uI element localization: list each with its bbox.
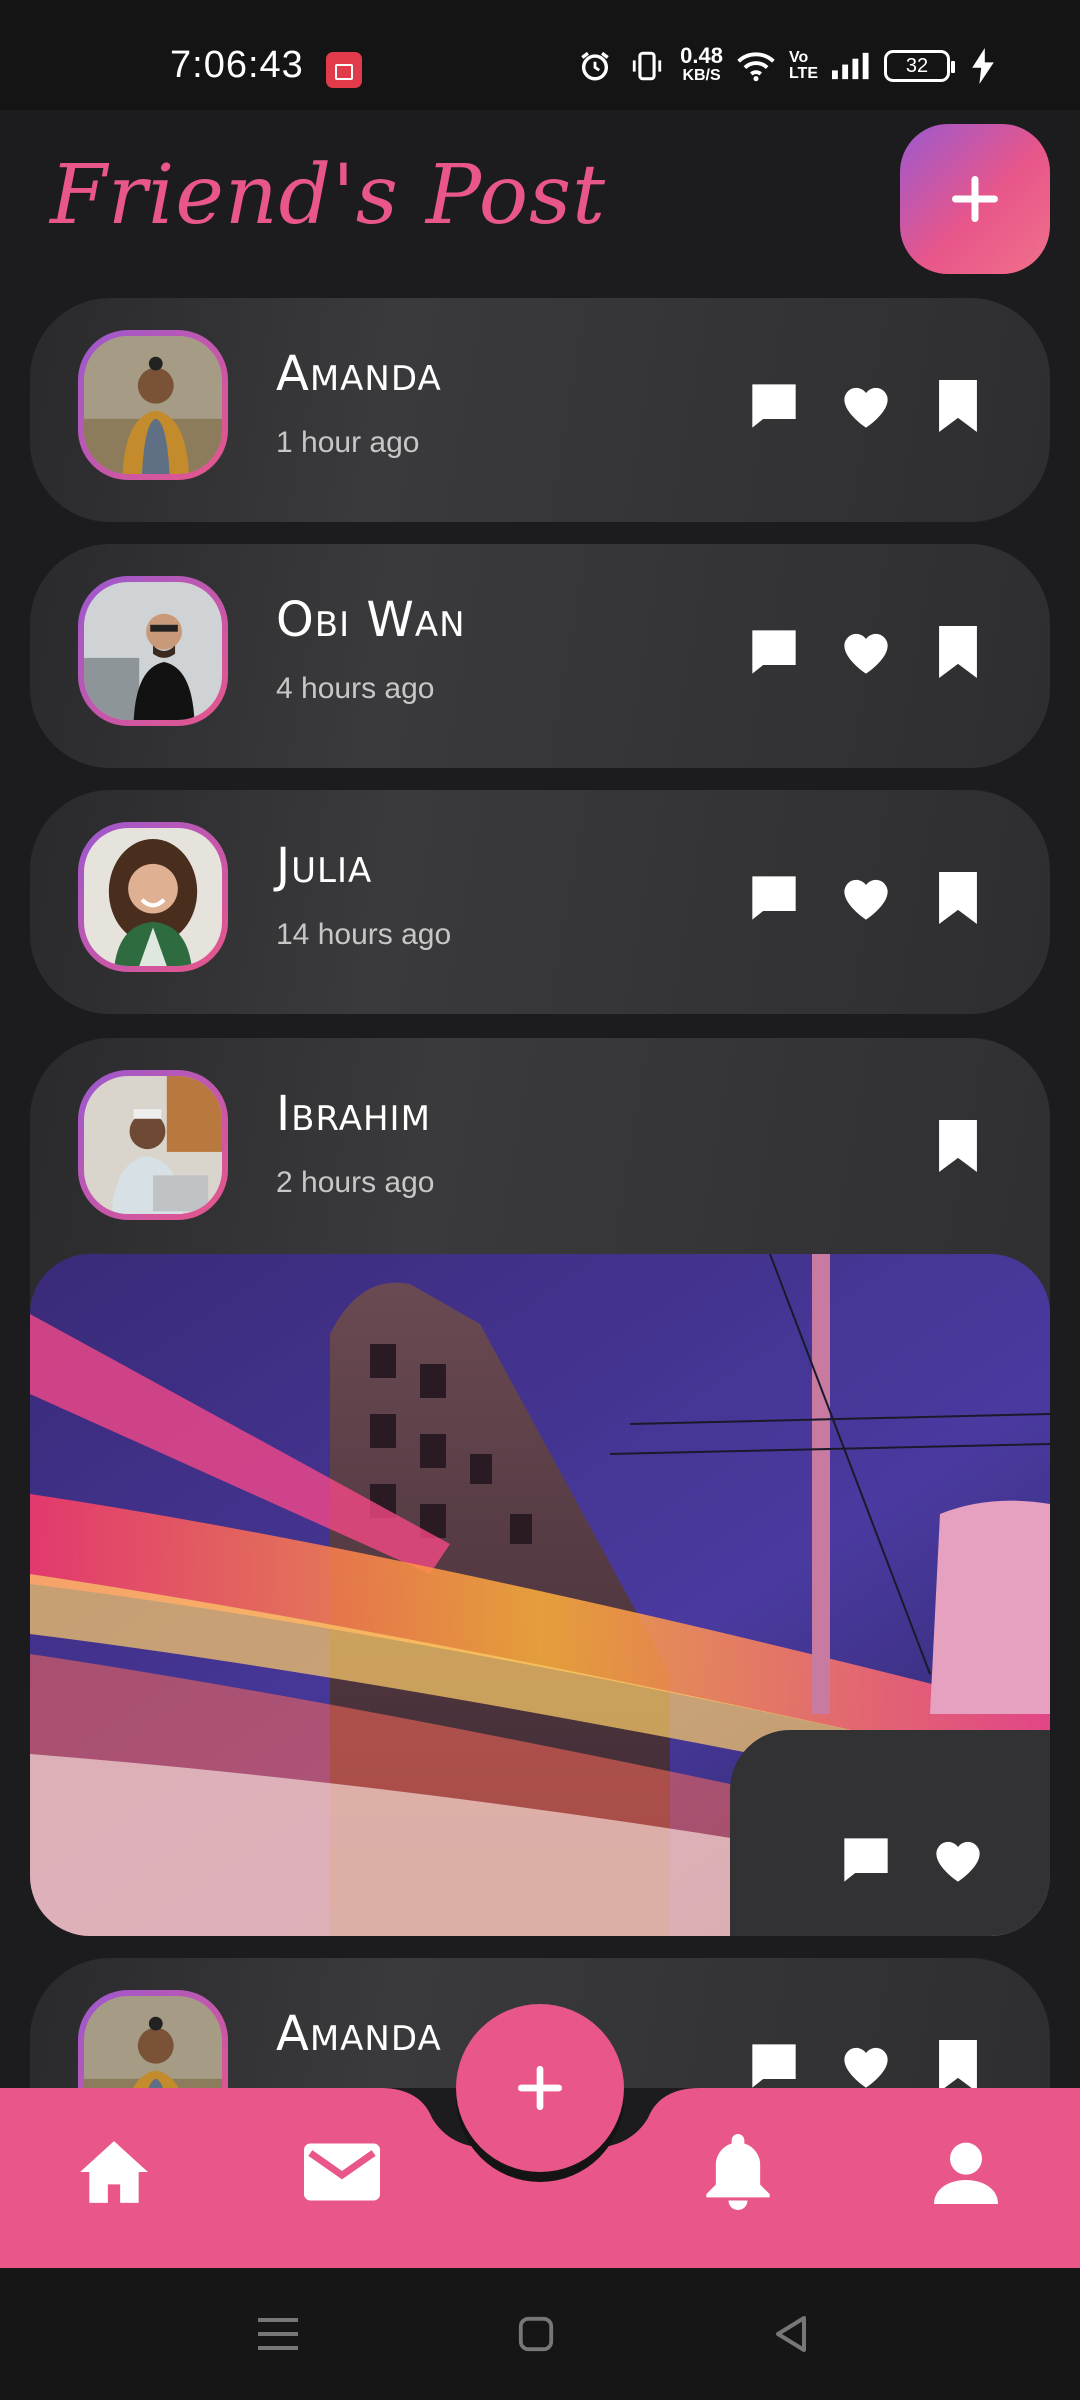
heart-icon	[936, 1841, 980, 1882]
avatar[interactable]	[78, 1070, 228, 1220]
comment-icon	[752, 2044, 796, 2088]
add-post-button[interactable]	[900, 124, 1050, 274]
plus-icon	[952, 176, 998, 222]
post-author: Amanda	[276, 346, 442, 402]
heart-icon	[844, 387, 888, 428]
mail-icon	[304, 2143, 380, 2201]
post-author: Obi Wan	[276, 592, 466, 648]
menu-icon	[258, 2318, 298, 2350]
alarm-icon	[576, 47, 614, 85]
net-speed: 0.48 KB/S	[680, 43, 723, 86]
wifi-icon	[737, 47, 775, 85]
nav-profile[interactable]	[926, 2132, 1006, 2212]
person-icon	[934, 2142, 998, 2204]
home-icon	[80, 2141, 148, 2203]
bookmark-icon	[939, 2040, 977, 2092]
net-speed-unit: KB/S	[682, 67, 721, 84]
sys-menu-button[interactable]	[254, 2310, 302, 2358]
battery-indicator: 32	[884, 50, 955, 82]
post-actions	[748, 626, 984, 678]
nav-home[interactable]	[74, 2132, 154, 2212]
sys-back-button[interactable]	[768, 2310, 816, 2358]
status-bar: 7:06:43 0.48 KB/S Vo LTE 32	[0, 0, 1080, 110]
post-time: 4 hours ago	[276, 672, 435, 705]
plus-icon	[517, 2065, 563, 2111]
post-time: 2 hours ago	[276, 1166, 435, 1199]
comment-button[interactable]	[748, 380, 800, 432]
bookmark-icon	[939, 1120, 977, 1172]
bookmark-icon	[939, 380, 977, 432]
comment-button[interactable]	[840, 1834, 892, 1886]
comment-icon	[752, 630, 796, 674]
bookmark-button[interactable]	[932, 380, 984, 432]
status-icons: 0.48 KB/S Vo LTE 32	[576, 43, 1002, 86]
square-icon	[518, 2316, 554, 2352]
post-author: Ibrahim	[276, 1086, 431, 1142]
post-card[interactable]: Amanda 1 hour ago	[30, 298, 1050, 522]
comment-icon	[752, 384, 796, 428]
post-actions	[748, 872, 984, 924]
nav-messages[interactable]	[302, 2132, 382, 2212]
post-actions	[748, 2040, 984, 2092]
bookmark-button[interactable]	[932, 872, 984, 924]
avatar[interactable]	[78, 822, 228, 972]
bookmark-button[interactable]	[932, 2040, 984, 2092]
post-image-actions	[840, 1834, 984, 1886]
post-card-with-image[interactable]: Ibrahim 2 hours ago	[30, 1038, 1050, 1936]
post-card[interactable]: Obi Wan 4 hours ago	[30, 544, 1050, 768]
heart-icon	[844, 2047, 888, 2088]
comment-icon	[752, 876, 796, 920]
net-speed-value: 0.48	[680, 43, 723, 68]
charging-icon	[964, 47, 1002, 85]
bookmark-button[interactable]	[932, 1120, 984, 1172]
create-post-fab[interactable]	[456, 2004, 624, 2172]
bookmark-button[interactable]	[932, 626, 984, 678]
like-button[interactable]	[840, 380, 892, 432]
post-card[interactable]: Julia 14 hours ago	[30, 790, 1050, 1014]
avatar[interactable]	[78, 576, 228, 726]
heart-icon	[844, 879, 888, 920]
comment-button[interactable]	[748, 872, 800, 924]
post-author: Amanda	[276, 2006, 442, 2062]
like-button[interactable]	[840, 626, 892, 678]
battery-level: 32	[905, 54, 929, 77]
avatar[interactable]	[78, 330, 228, 480]
bell-icon	[706, 2134, 770, 2210]
heart-icon	[844, 633, 888, 674]
nav-notifications[interactable]	[698, 2132, 778, 2212]
bookmark-icon	[939, 872, 977, 924]
like-button[interactable]	[840, 2040, 892, 2092]
back-triangle-icon	[776, 2316, 806, 2352]
screen-record-icon	[326, 52, 362, 88]
comment-button[interactable]	[748, 626, 800, 678]
signal-icon	[832, 47, 870, 85]
comment-icon	[844, 1838, 888, 1882]
like-button[interactable]	[840, 872, 892, 924]
post-actions	[748, 380, 984, 432]
volte-indicator: Vo LTE	[788, 49, 818, 82]
bookmark-icon	[939, 626, 977, 678]
post-time: 14 hours ago	[276, 918, 452, 951]
comment-button[interactable]	[748, 2040, 800, 2092]
post-actions	[932, 1120, 984, 1172]
vibrate-icon	[628, 47, 666, 85]
page-title: Friend's Post	[50, 148, 607, 243]
post-time: 1 hour ago	[276, 426, 420, 459]
image-action-notch	[730, 1730, 1050, 1936]
like-button[interactable]	[932, 1834, 984, 1886]
status-time: 7:06:43	[170, 44, 304, 86]
sys-home-button[interactable]	[512, 2310, 560, 2358]
post-author: Julia	[276, 838, 373, 894]
